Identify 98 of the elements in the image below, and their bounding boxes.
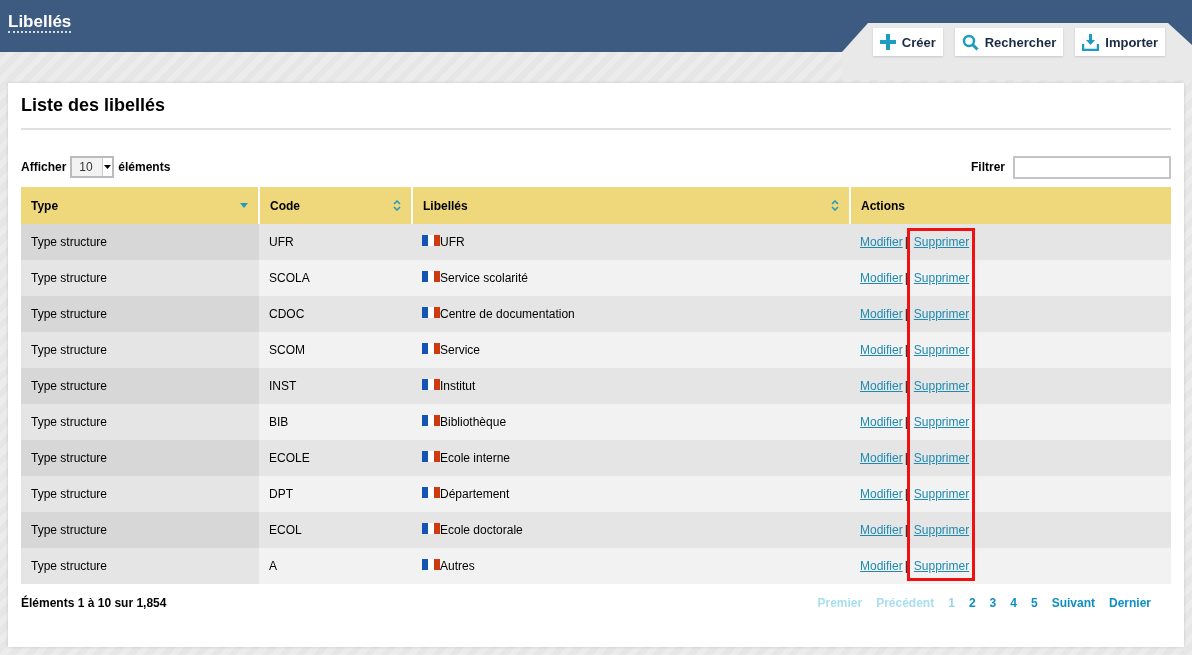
delete-link[interactable]: Supprimer bbox=[913, 235, 970, 249]
french-flag-icon bbox=[422, 486, 440, 498]
separator: | bbox=[904, 271, 908, 285]
french-flag-icon bbox=[422, 558, 440, 570]
separator: | bbox=[904, 379, 908, 393]
table-cell: A bbox=[259, 548, 412, 584]
pagination-link[interactable]: 3 bbox=[982, 596, 1004, 610]
french-flag-icon bbox=[422, 378, 440, 390]
edit-link[interactable]: Modifier bbox=[860, 271, 903, 285]
separator: | bbox=[904, 523, 908, 537]
page-title-link[interactable]: Libellés bbox=[8, 12, 72, 33]
show-label: Afficher bbox=[21, 160, 67, 174]
table-cell: SCOLA bbox=[259, 260, 412, 296]
import-button[interactable]: Importer bbox=[1075, 28, 1165, 56]
delete-link[interactable]: Supprimer bbox=[913, 271, 970, 285]
page-size-select[interactable]: 10 bbox=[70, 156, 115, 178]
delete-link[interactable]: Supprimer bbox=[913, 307, 970, 321]
table-cell: Type structure bbox=[21, 296, 259, 332]
label-text: UFR bbox=[440, 235, 465, 249]
table-cell: ECOLE bbox=[259, 440, 412, 476]
table-info: Éléments 1 à 10 sur 1,854 bbox=[21, 596, 167, 610]
elements-label: éléments bbox=[118, 160, 171, 174]
table-cell: ECOL bbox=[259, 512, 412, 548]
label-text: Bibliothèque bbox=[440, 415, 507, 429]
plus-icon bbox=[879, 34, 896, 50]
delete-link[interactable]: Supprimer bbox=[913, 523, 970, 537]
french-flag-icon bbox=[422, 414, 440, 426]
edit-link[interactable]: Modifier bbox=[860, 415, 903, 429]
french-flag-icon bbox=[422, 522, 440, 534]
table-cell: INST bbox=[259, 368, 412, 404]
table-cell: UFR bbox=[259, 224, 412, 260]
label-text: Centre de documentation bbox=[440, 307, 575, 321]
search-button[interactable]: Rechercher bbox=[954, 28, 1064, 56]
column-header: Actions bbox=[850, 187, 1171, 224]
pagination-link[interactable]: Dernier bbox=[1101, 596, 1158, 610]
panel-title: Liste des libellés bbox=[21, 83, 1171, 130]
edit-link[interactable]: Modifier bbox=[860, 523, 903, 537]
pagination-link[interactable]: 5 bbox=[1023, 596, 1045, 610]
french-flag-icon bbox=[422, 234, 440, 246]
column-header[interactable]: Libellés bbox=[412, 187, 850, 224]
label-text: Autres bbox=[440, 559, 475, 573]
search-icon bbox=[961, 33, 979, 51]
create-button[interactable]: Créer bbox=[872, 28, 943, 56]
filter-label: Filtrer bbox=[971, 160, 1005, 174]
table-cell: DPT bbox=[259, 476, 412, 512]
label-text: Ecole interne bbox=[440, 451, 511, 465]
edit-link[interactable]: Modifier bbox=[860, 559, 903, 573]
edit-link[interactable]: Modifier bbox=[860, 451, 903, 465]
pagination-link[interactable]: 2 bbox=[961, 596, 983, 610]
edit-link[interactable]: Modifier bbox=[860, 343, 903, 357]
edit-link[interactable]: Modifier bbox=[860, 379, 903, 393]
french-flag-icon bbox=[422, 342, 440, 354]
label-text: Ecole doctorale bbox=[440, 523, 523, 537]
separator: | bbox=[904, 451, 908, 465]
delete-link[interactable]: Supprimer bbox=[913, 451, 970, 465]
caret-icon bbox=[104, 165, 112, 169]
sort-icon bbox=[393, 200, 401, 211]
table-cell: Type structure bbox=[21, 512, 259, 548]
column-header[interactable]: Type bbox=[21, 187, 259, 224]
label-text: Institut bbox=[440, 379, 476, 393]
table-cell: Type structure bbox=[21, 476, 259, 512]
separator: | bbox=[904, 559, 908, 573]
label-text: Service bbox=[440, 343, 480, 357]
download-icon bbox=[1082, 33, 1100, 51]
delete-link[interactable]: Supprimer bbox=[913, 487, 970, 501]
table-cell: Type structure bbox=[21, 332, 259, 368]
filter-field[interactable] bbox=[1013, 155, 1171, 179]
edit-link[interactable]: Modifier bbox=[860, 235, 903, 249]
table-cell: Type structure bbox=[21, 440, 259, 476]
table-cell: CDOC bbox=[259, 296, 412, 332]
sort-down-icon bbox=[240, 203, 248, 208]
delete-link[interactable]: Supprimer bbox=[913, 415, 970, 429]
table-cell: Type structure bbox=[21, 368, 259, 404]
edit-link[interactable]: Modifier bbox=[860, 487, 903, 501]
delete-link[interactable]: Supprimer bbox=[913, 379, 970, 393]
separator: | bbox=[904, 235, 908, 249]
pagination-link[interactable]: 4 bbox=[1003, 596, 1024, 610]
table-cell: Type structure bbox=[21, 548, 259, 584]
french-flag-icon bbox=[422, 306, 440, 318]
table-cell: SCOM bbox=[259, 332, 412, 368]
delete-link[interactable]: Supprimer bbox=[913, 343, 970, 357]
separator: | bbox=[904, 415, 908, 429]
separator: | bbox=[904, 307, 908, 321]
pagination-link[interactable]: Suivant bbox=[1044, 596, 1102, 610]
french-flag-icon bbox=[422, 450, 440, 462]
separator: | bbox=[904, 343, 908, 357]
table-cell: BIB bbox=[259, 404, 412, 440]
label-text: Service scolarité bbox=[440, 271, 529, 285]
table-cell: Type structure bbox=[21, 224, 259, 260]
column-header[interactable]: Code bbox=[259, 187, 412, 224]
table-cell: Type structure bbox=[21, 404, 259, 440]
delete-link[interactable]: Supprimer bbox=[913, 559, 970, 573]
sort-icon bbox=[831, 200, 839, 211]
french-flag-icon bbox=[422, 270, 440, 282]
label-text: Département bbox=[440, 487, 510, 501]
table-cell: Type structure bbox=[21, 260, 259, 296]
separator: | bbox=[904, 487, 908, 501]
edit-link[interactable]: Modifier bbox=[860, 307, 903, 321]
